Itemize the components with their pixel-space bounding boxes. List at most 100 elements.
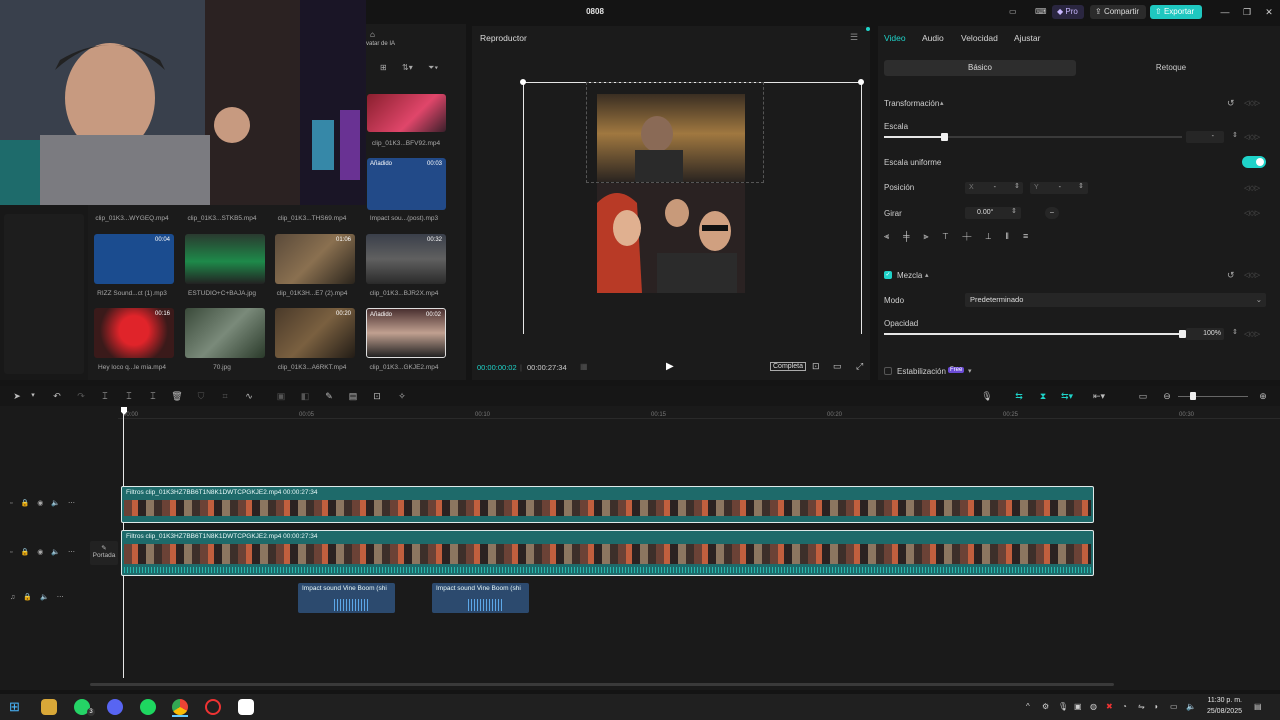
preview-axis-icon[interactable]: ⇤▾	[1093, 391, 1105, 401]
uniform-scale-toggle[interactable]	[1242, 156, 1266, 168]
minimize-icon[interactable]: —	[1218, 6, 1232, 18]
opacity-slider[interactable]	[884, 330, 1186, 338]
tray-icon[interactable]: ⚙	[1042, 702, 1049, 711]
media-thumb[interactable]	[185, 234, 265, 284]
chevron-up-icon[interactable]: ^	[1026, 702, 1030, 711]
timeline-scrollbar[interactable]	[90, 683, 1114, 686]
cover-button[interactable]: ✎ Portada	[90, 541, 118, 565]
undo-icon[interactable]: ↶	[51, 391, 63, 401]
media-thumb[interactable]: 00:20	[275, 308, 355, 358]
share-button[interactable]: ⇪ Compartir	[1090, 5, 1146, 19]
subtab-basic[interactable]: Básico	[884, 60, 1076, 76]
focus-icon[interactable]: ⊡	[812, 361, 820, 372]
track-lock-icon[interactable]: ▫	[10, 549, 20, 556]
rotate-knob[interactable]: –	[1045, 207, 1059, 219]
align-center-icon[interactable]: ╪	[903, 231, 923, 241]
keyframe-icon[interactable]: ◁◇▷	[1244, 133, 1260, 141]
track-lock-icon[interactable]: ▫	[10, 500, 20, 507]
grid-view-icon[interactable]: ⊞	[380, 63, 387, 72]
microphone-icon[interactable]: 🎙	[981, 391, 993, 401]
stabilization-checkbox[interactable]	[884, 367, 892, 375]
capcut-icon[interactable]	[238, 699, 254, 715]
keyframe-icon[interactable]: ◁◇▷	[1244, 271, 1260, 279]
video-clip[interactable]: Filtros clip_01K3HZ7BB6T1N8K1DWTCPGKJE2.…	[121, 530, 1094, 576]
caption-icon[interactable]: ▤	[347, 391, 359, 401]
delete-icon[interactable]: 🗑	[171, 391, 183, 401]
ai-avatar-icon[interactable]: ⌂	[370, 30, 375, 39]
reset-icon[interactable]: ↺	[1227, 270, 1235, 281]
keyframe-icon[interactable]: ◁◇▷	[1244, 184, 1260, 192]
collapse-icon[interactable]: ▴	[925, 271, 929, 279]
stepper-icon[interactable]: ⇕	[1078, 182, 1084, 190]
magnet-icon[interactable]: ⧗	[1037, 391, 1049, 401]
ai-tool-icon[interactable]: ✧	[396, 391, 408, 401]
stepper-icon[interactable]: ⇕	[1232, 131, 1238, 139]
align-middle-icon[interactable]: ┿	[962, 231, 985, 241]
ratio-button[interactable]: Completa	[770, 362, 806, 371]
speaker-icon[interactable]: 🔈	[51, 500, 68, 507]
eye-icon[interactable]: ◉	[37, 500, 51, 507]
cursor-icon[interactable]: ➤	[11, 391, 23, 401]
subtab-retouch[interactable]: Retoque	[1076, 60, 1266, 76]
redo-icon[interactable]: ↷	[75, 391, 87, 401]
tab-speed[interactable]: Velocidad	[961, 33, 998, 43]
speaker-icon[interactable]: 🔈	[40, 594, 57, 601]
tray-icon[interactable]: ✖	[1106, 702, 1113, 711]
more-icon[interactable]: ⋯	[68, 500, 83, 507]
opacity-slider-knob[interactable]	[1179, 330, 1186, 338]
canvas-handle[interactable]	[520, 79, 526, 85]
spotify-icon[interactable]	[140, 699, 156, 715]
notification-icon[interactable]: ▤	[1254, 702, 1262, 711]
audio-clip[interactable]: Impact sound Vine Boom (shi	[432, 583, 529, 613]
stabilization-label[interactable]: Estabilización	[897, 367, 946, 376]
distribute-h-icon[interactable]: ‖	[1005, 231, 1023, 241]
blend-mode-select[interactable]: Predeterminado ⌄	[965, 293, 1266, 307]
opacity-input[interactable]: 100%	[1186, 328, 1224, 340]
align-right-icon[interactable]: ⫸	[923, 231, 942, 241]
scale-slider[interactable]	[884, 133, 1182, 141]
align-left-icon[interactable]: ⫷	[884, 231, 903, 241]
caption-track-icon[interactable]: ▭	[1137, 391, 1149, 401]
chevron-down-icon[interactable]: ▾	[27, 391, 39, 401]
scale-slider-knob[interactable]	[941, 133, 948, 141]
microphone-icon[interactable]: 🎙	[1058, 702, 1068, 711]
media-thumb-audio[interactable]: Añadido 00:03	[367, 158, 446, 210]
bluetooth-icon[interactable]: ⇋	[1138, 702, 1145, 711]
transform-heading[interactable]: Transformación	[884, 99, 939, 108]
crop-icon[interactable]: ⌗	[219, 391, 231, 401]
mirror-icon[interactable]: ◧	[299, 391, 311, 401]
layout-icon[interactable]: ▭	[1004, 5, 1020, 19]
speaker-icon[interactable]: 🔈	[51, 549, 68, 556]
split-right-icon[interactable]: ⌶	[147, 391, 159, 401]
keyframe-icon[interactable]: ◁◇▷	[1244, 330, 1260, 338]
media-thumb[interactable]: 00:32	[366, 234, 446, 284]
audio-wave-icon[interactable]: ∿	[243, 391, 255, 401]
sort-icon[interactable]: ⇅▾	[402, 63, 413, 72]
file-explorer-icon[interactable]	[41, 699, 57, 715]
stepper-icon[interactable]: ⇕	[1232, 328, 1238, 336]
recorder-icon[interactable]	[205, 699, 221, 715]
media-thumb[interactable]: 01:06	[275, 234, 355, 284]
reset-icon[interactable]: ↺	[1227, 98, 1235, 109]
tab-adjust[interactable]: Ajustar	[1014, 33, 1040, 43]
stepper-icon[interactable]: ⇕	[1014, 182, 1020, 190]
filter-icon[interactable]: ⏷▾	[428, 63, 438, 73]
pro-button[interactable]: ◆ Pro	[1052, 5, 1084, 19]
video-clip[interactable]: Filtros clip_01K3HZ7BB6T1N8K1DWTCPGKJE2.…	[121, 486, 1094, 523]
preview-quality-icon[interactable]: ▭	[833, 361, 842, 372]
lock-icon[interactable]: 🔒	[20, 549, 37, 556]
more-icon[interactable]: ⋯	[57, 594, 72, 601]
canvas-handle[interactable]	[858, 79, 864, 85]
lock-icon[interactable]: 🔒	[23, 594, 40, 601]
tab-video[interactable]: Video	[884, 33, 906, 43]
blend-checkbox[interactable]: ✓	[884, 271, 892, 279]
fit-icon[interactable]: ⊡	[371, 391, 383, 401]
close-icon[interactable]: ✕	[1262, 6, 1276, 18]
blend-heading[interactable]: Mezcla	[897, 271, 922, 280]
zoom-in-icon[interactable]: ⊕	[1257, 391, 1269, 401]
timeline-grid-icon[interactable]: ▦	[580, 362, 588, 371]
freeze-icon[interactable]: ▣	[275, 391, 287, 401]
align-bottom-icon[interactable]: ⊥	[985, 231, 1005, 241]
media-thumb[interactable]: 00:16	[94, 308, 174, 358]
tab-audio[interactable]: Audio	[922, 33, 944, 43]
